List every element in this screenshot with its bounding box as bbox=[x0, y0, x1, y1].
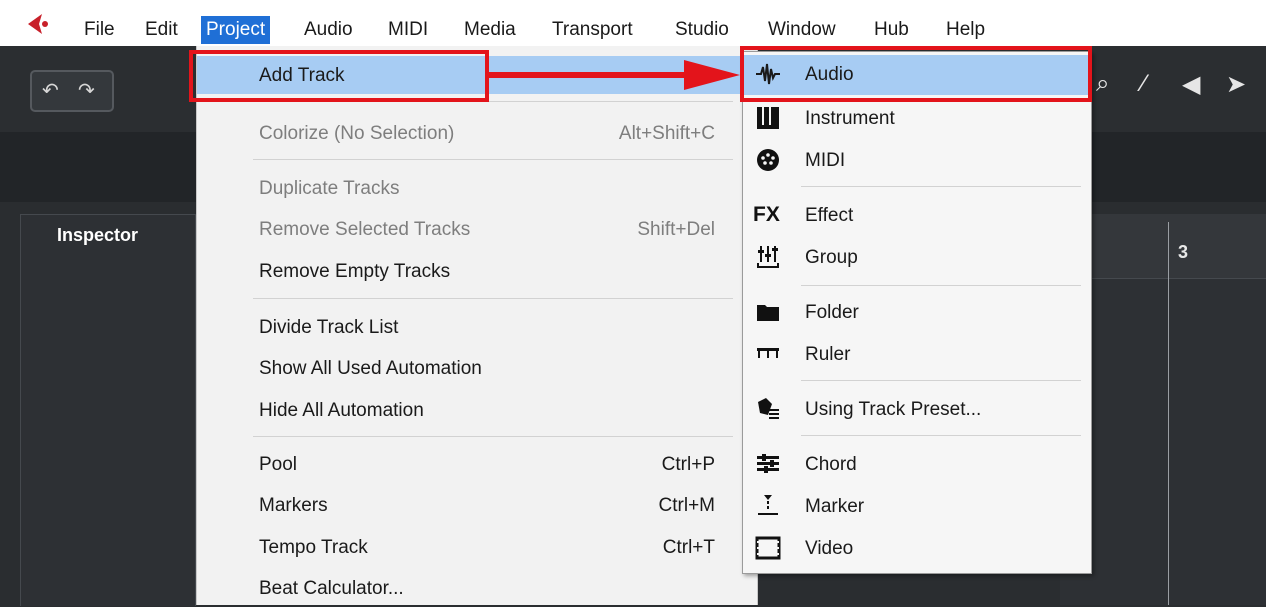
menu-item-shortcut: Ctrl+M bbox=[658, 495, 715, 516]
submenu-item-chord[interactable]: Chord bbox=[743, 445, 1091, 485]
menu-edit[interactable]: Edit bbox=[140, 16, 183, 44]
inspector-panel: Inspector bbox=[20, 214, 196, 606]
menu-item-pool[interactable]: Pool Ctrl+P bbox=[197, 445, 757, 483]
menu-item-label: Remove Empty Tracks bbox=[259, 261, 451, 282]
menu-item-remove-empty-tracks[interactable]: Remove Empty Tracks bbox=[197, 252, 757, 290]
menu-item-colorize[interactable]: Colorize (No Selection) Alt+Shift+C bbox=[197, 114, 757, 152]
menu-audio[interactable]: Audio bbox=[299, 16, 358, 44]
submenu-separator bbox=[801, 435, 1081, 436]
marker-icon bbox=[758, 495, 778, 515]
menu-window[interactable]: Window bbox=[763, 16, 841, 44]
redo-icon[interactable]: ↷ bbox=[78, 78, 95, 103]
submenu-item-video[interactable]: Video bbox=[743, 529, 1091, 569]
menu-file[interactable]: File bbox=[79, 16, 120, 44]
menu-midi[interactable]: MIDI bbox=[383, 16, 433, 44]
inspector-title: Inspector bbox=[57, 225, 139, 245]
submenu-item-label: Group bbox=[805, 247, 858, 268]
submenu-item-label: Folder bbox=[805, 302, 859, 323]
menu-item-label: Pool bbox=[259, 454, 298, 475]
cubase-logo-icon[interactable] bbox=[24, 13, 50, 35]
draw-pencil-icon[interactable]: ∕ bbox=[1142, 70, 1146, 98]
menu-item-shortcut: Alt+Shift+C bbox=[618, 123, 715, 144]
submenu-item-label: Effect bbox=[805, 205, 854, 226]
submenu-item-folder[interactable]: Folder bbox=[743, 293, 1091, 333]
video-icon bbox=[755, 536, 781, 560]
menu-help[interactable]: Help bbox=[941, 16, 990, 44]
fx-icon: FX bbox=[753, 203, 780, 226]
ruler-bar-number: 3 bbox=[1178, 242, 1189, 262]
menu-transport[interactable]: Transport bbox=[547, 16, 638, 44]
menu-separator bbox=[253, 159, 733, 160]
menu-project[interactable]: Project bbox=[201, 16, 271, 44]
arrow-tool-icon[interactable]: ➤ bbox=[1226, 70, 1246, 99]
undo-icon[interactable]: ↶ bbox=[42, 78, 59, 103]
menu-media[interactable]: Media bbox=[459, 16, 521, 44]
submenu-item-midi[interactable]: MIDI bbox=[743, 141, 1091, 181]
add-track-submenu: Audio Instrument MIDI FX Effect Group Fo… bbox=[742, 51, 1092, 574]
undo-redo-group: ↶ ↷ bbox=[30, 70, 114, 112]
menu-separator bbox=[253, 436, 733, 437]
ruler-icon bbox=[757, 348, 779, 358]
menu-item-beat-calculator[interactable]: Beat Calculator... bbox=[197, 569, 757, 607]
menu-item-markers[interactable]: Markers Ctrl+M bbox=[197, 486, 757, 524]
menu-bar: File Edit Project Audio MIDI Media Trans… bbox=[0, 0, 1266, 46]
group-faders-icon bbox=[757, 246, 779, 268]
menu-item-label: Divide Track List bbox=[259, 317, 399, 338]
menu-separator bbox=[253, 298, 733, 299]
submenu-item-label: MIDI bbox=[805, 150, 846, 171]
speaker-icon[interactable]: ◀ bbox=[1182, 70, 1200, 99]
submenu-item-ruler[interactable]: Ruler bbox=[743, 335, 1091, 375]
menu-hub[interactable]: Hub bbox=[869, 16, 914, 44]
annotation-box-add-track bbox=[189, 50, 489, 102]
submenu-item-instrument[interactable]: Instrument bbox=[743, 99, 1091, 139]
menu-item-hide-all-automation[interactable]: Hide All Automation bbox=[197, 391, 757, 429]
instrument-keys-icon bbox=[757, 107, 779, 129]
menu-item-label: Remove Selected Tracks bbox=[259, 219, 471, 240]
zoom-icon[interactable]: ⌕ bbox=[1096, 70, 1109, 98]
menu-item-shortcut: Shift+Del bbox=[637, 219, 715, 240]
submenu-item-marker[interactable]: Marker bbox=[743, 487, 1091, 527]
menu-item-tempo-track[interactable]: Tempo Track Ctrl+T bbox=[197, 528, 757, 566]
menu-item-label: Colorize (No Selection) bbox=[259, 123, 455, 144]
bar-line bbox=[1168, 222, 1169, 605]
annotation-arrow bbox=[488, 60, 740, 90]
menu-item-show-all-used-automation[interactable]: Show All Used Automation bbox=[197, 349, 757, 387]
menu-item-label: Hide All Automation bbox=[259, 400, 424, 421]
folder-icon bbox=[757, 305, 779, 321]
menu-item-shortcut: Ctrl+P bbox=[661, 454, 715, 475]
submenu-item-group[interactable]: Group bbox=[743, 238, 1091, 278]
menu-item-remove-selected-tracks[interactable]: Remove Selected Tracks Shift+Del bbox=[197, 210, 757, 248]
project-menu: Add Track Colorize (No Selection) Alt+Sh… bbox=[196, 46, 758, 605]
menu-studio[interactable]: Studio bbox=[670, 16, 734, 44]
chord-icon bbox=[757, 454, 779, 473]
menu-item-label: Tempo Track bbox=[259, 537, 368, 558]
menu-item-label: Beat Calculator... bbox=[259, 578, 404, 599]
track-preset-icon bbox=[758, 398, 779, 419]
midi-port-icon bbox=[757, 149, 779, 171]
submenu-item-effect[interactable]: FX Effect bbox=[743, 196, 1091, 236]
submenu-item-label: Video bbox=[805, 538, 854, 559]
submenu-item-label: Chord bbox=[805, 454, 857, 475]
menu-item-duplicate-tracks[interactable]: Duplicate Tracks bbox=[197, 169, 757, 207]
submenu-item-label: Ruler bbox=[805, 344, 851, 365]
submenu-separator bbox=[801, 285, 1081, 286]
menu-item-label: Markers bbox=[259, 495, 328, 516]
menu-item-label: Duplicate Tracks bbox=[259, 178, 400, 199]
menu-item-label: Show All Used Automation bbox=[259, 358, 482, 379]
menu-item-divide-track-list[interactable]: Divide Track List bbox=[197, 308, 757, 346]
annotation-box-audio bbox=[740, 46, 1092, 102]
toolbar-tools: ⌕ ∕ ◀ ➤ bbox=[1092, 70, 1266, 110]
submenu-item-label: Marker bbox=[805, 496, 865, 517]
submenu-item-label: Using Track Preset... bbox=[805, 399, 982, 420]
submenu-item-using-track-preset[interactable]: Using Track Preset... bbox=[743, 390, 1091, 430]
submenu-separator bbox=[801, 380, 1081, 381]
submenu-separator bbox=[801, 186, 1081, 187]
submenu-item-label: Instrument bbox=[805, 108, 895, 129]
menu-item-shortcut: Ctrl+T bbox=[662, 537, 715, 558]
